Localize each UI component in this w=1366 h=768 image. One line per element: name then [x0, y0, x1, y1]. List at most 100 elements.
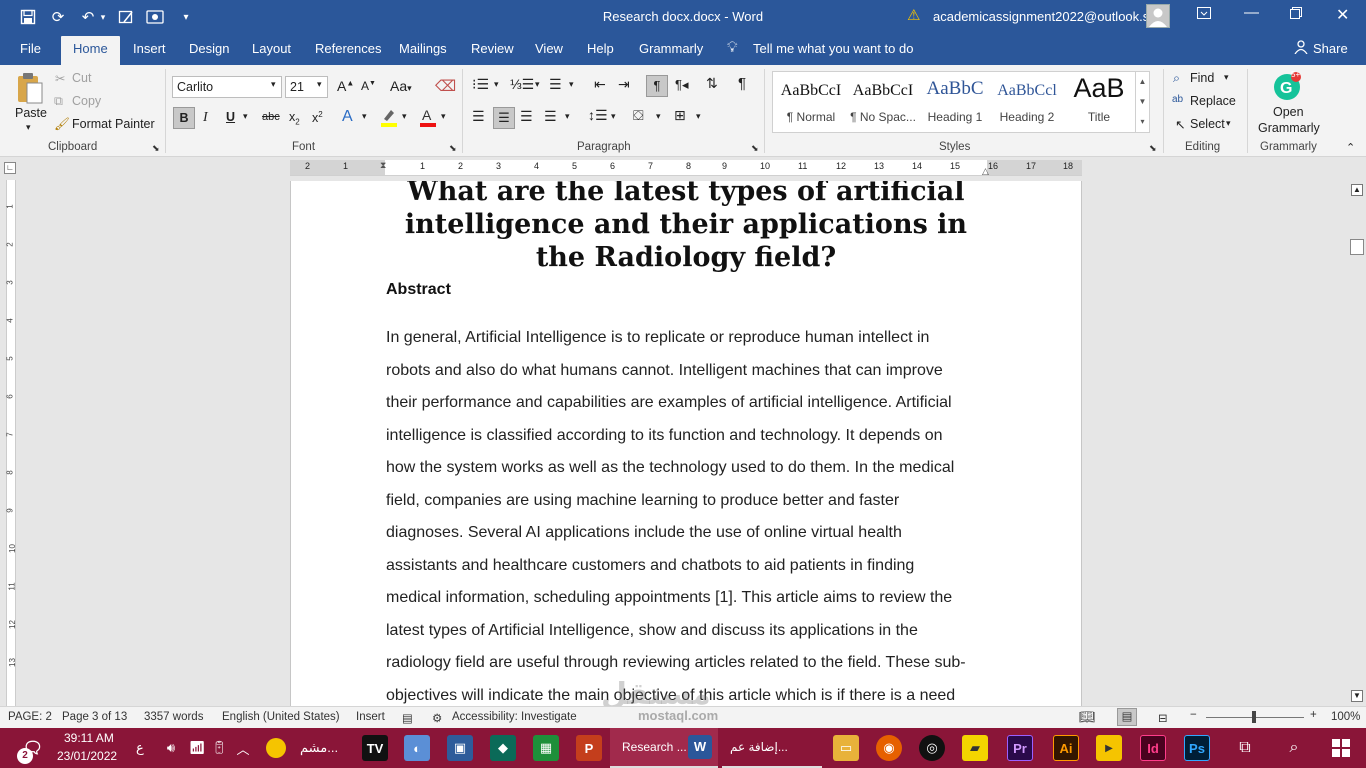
numbering-icon[interactable]: ⅓☰ — [510, 76, 534, 93]
scroll-up-icon[interactable]: ▲ — [1351, 184, 1363, 196]
multilevel-dropdown-icon[interactable]: ▾ — [569, 79, 574, 90]
body-line[interactable]: robots and also do what humans cannot. I… — [386, 355, 998, 388]
underline-icon[interactable]: U — [226, 110, 235, 124]
format-painter-icon[interactable]: 🖌︎ — [54, 117, 70, 132]
clock-time[interactable]: 39:11 AM — [64, 731, 114, 745]
language-indicator[interactable]: English (United States) — [222, 711, 340, 723]
paragraph-launcher-icon[interactable]: ⬊ — [751, 143, 759, 154]
abstract-heading[interactable]: Abstract — [386, 281, 451, 299]
tab-help[interactable]: Help — [587, 41, 614, 56]
grow-font-icon[interactable]: A▲ — [337, 78, 354, 94]
paste-dropdown-icon[interactable]: ▾ — [26, 122, 31, 133]
style-no-spacing[interactable]: AaBbCcI ¶ No Spac... — [847, 72, 919, 132]
close-icon[interactable]: ✕ — [1336, 5, 1349, 25]
powerpoint-icon[interactable]: P — [576, 735, 602, 761]
format-painter-button[interactable]: Format Painter — [72, 117, 155, 131]
cut-button[interactable]: Cut — [72, 71, 91, 85]
zoom-in-icon[interactable]: + — [1310, 709, 1317, 721]
photoshop-icon[interactable]: Ps — [1184, 735, 1210, 761]
section-indicator[interactable]: PAGE: 2 — [8, 711, 52, 723]
body-line[interactable]: diagnoses. Several AI applications inclu… — [386, 517, 998, 550]
justify-icon[interactable]: ☰ — [544, 108, 557, 125]
word-count[interactable]: 3357 words — [144, 711, 203, 723]
warning-icon[interactable]: ⚠ — [907, 6, 920, 24]
document-page[interactable]: What are the latest types of artificial … — [290, 181, 1082, 706]
weather-label[interactable]: مشم... — [300, 740, 338, 756]
app-icon[interactable]: ◐ — [404, 735, 430, 761]
body-line[interactable]: their performance and capabilities are e… — [386, 387, 998, 420]
tab-file[interactable]: File — [20, 41, 41, 56]
numbering-dropdown-icon[interactable]: ▾ — [535, 79, 540, 90]
borders-icon[interactable]: ⊞ — [674, 107, 686, 124]
find-dropdown-icon[interactable]: ▾ — [1224, 72, 1229, 83]
web-layout-icon[interactable]: ⊟ — [1158, 711, 1168, 725]
illustrator-icon[interactable]: Ai — [1053, 735, 1079, 761]
account-name[interactable]: academicassignment2022@outlook.sa — [933, 9, 1157, 24]
tradingview-icon[interactable]: TV — [362, 735, 388, 761]
strikethrough-icon[interactable]: abc — [262, 111, 280, 123]
document-heading[interactable]: What are the latest types of artificial … — [386, 181, 986, 274]
tab-references[interactable]: References — [315, 41, 381, 56]
vertical-scrollbar[interactable]: ▲ ▼ — [1348, 181, 1366, 706]
volume-icon[interactable]: 🔊︎ — [158, 735, 184, 761]
sort-icon[interactable]: ⇅ — [706, 75, 718, 92]
tab-home[interactable]: Home — [61, 36, 120, 65]
filmora-icon[interactable]: ◆ — [490, 735, 516, 761]
spreadsheet-app-icon[interactable]: ▦ — [533, 735, 559, 761]
body-line[interactable]: assistants and healthcare customers and … — [386, 550, 998, 583]
restore-icon[interactable] — [1290, 6, 1302, 23]
select-dropdown-icon[interactable]: ▾ — [1226, 118, 1231, 129]
show-hidden-icons-icon[interactable]: ︿ — [230, 735, 256, 761]
text-effects-dropdown-icon[interactable]: ▾ — [362, 111, 367, 122]
copy-icon[interactable]: ⧉ — [54, 94, 63, 109]
insert-mode[interactable]: Insert — [356, 711, 385, 723]
start-icon[interactable] — [1328, 735, 1354, 761]
tab-design[interactable]: Design — [189, 41, 229, 56]
highlight-icon[interactable] — [380, 107, 398, 130]
show-marks-icon[interactable]: ¶ — [738, 75, 746, 92]
paste-button[interactable]: Paste — [15, 106, 47, 120]
battery-icon[interactable]: 🔋︎ — [206, 735, 232, 761]
font-color-icon[interactable]: A — [420, 107, 436, 130]
zoom-slider-thumb[interactable] — [1252, 711, 1256, 723]
vertical-ruler[interactable]: 1 2 3 4 5 6 7 8 9 10 11 12 13 — [0, 180, 22, 706]
superscript-icon[interactable]: x2 — [312, 110, 323, 125]
bold-icon[interactable]: B — [173, 107, 195, 129]
input-language[interactable]: ع — [136, 740, 144, 756]
body-line[interactable]: how the system works as well as the tech… — [386, 452, 998, 485]
align-center-icon[interactable]: ☰ — [493, 107, 515, 129]
browser-taskbar-button[interactable]: إضافة عم... — [722, 728, 822, 768]
ltr-icon[interactable]: ¶ — [646, 75, 668, 97]
zoom-level[interactable]: 100% — [1331, 711, 1360, 723]
word-taskbar-button[interactable]: Research ... W — [610, 728, 718, 768]
clock-date[interactable]: 23/01/2022 — [57, 749, 117, 763]
bullets-icon[interactable]: ⁝☰ — [472, 76, 489, 93]
font-size-dropdown-icon[interactable]: ▾ — [317, 79, 322, 90]
tell-me-search[interactable]: Tell me what you want to do — [753, 41, 913, 56]
line-spacing-icon[interactable]: ↕☰ — [588, 107, 608, 124]
file-explorer-icon[interactable]: ▭ — [833, 735, 859, 761]
task-view-icon[interactable]: ⧉ — [1232, 735, 1258, 761]
shrink-font-icon[interactable]: A▼ — [361, 79, 376, 93]
scroll-down-icon[interactable]: ▼ — [1351, 690, 1363, 702]
change-case-icon[interactable]: Aa▾ — [390, 78, 412, 94]
body-line[interactable]: radiology field are useful through revie… — [386, 647, 998, 680]
style-title[interactable]: AaB Title — [1063, 72, 1135, 132]
monitor-app-icon[interactable]: ▣ — [447, 735, 473, 761]
ribbon-display-icon[interactable] — [1197, 6, 1211, 23]
document-body[interactable]: In general, Artificial Intelligence is t… — [386, 322, 998, 706]
shading-dropdown-icon[interactable]: ▾ — [656, 111, 661, 122]
paste-icon[interactable] — [16, 71, 44, 108]
style-normal[interactable]: AaBbCcI ¶ Normal — [775, 72, 847, 132]
styles-launcher-icon[interactable]: ⬊ — [1149, 143, 1157, 154]
zoom-out-icon[interactable]: − — [1190, 709, 1197, 721]
font-name-dropdown-icon[interactable]: ▾ — [271, 79, 276, 90]
premiere-icon[interactable]: Pr — [1007, 735, 1033, 761]
share-icon[interactable] — [1294, 40, 1308, 57]
accessibility-status[interactable]: Accessibility: Investigate — [452, 711, 577, 723]
collapse-ribbon-icon[interactable]: ⌃ — [1346, 141, 1355, 154]
clear-formatting-icon[interactable]: ⌫ — [435, 77, 456, 95]
weather-icon[interactable] — [266, 738, 286, 758]
align-left-icon[interactable]: ☰ — [472, 108, 485, 125]
search-icon[interactable]: ⌕ — [1281, 735, 1307, 761]
